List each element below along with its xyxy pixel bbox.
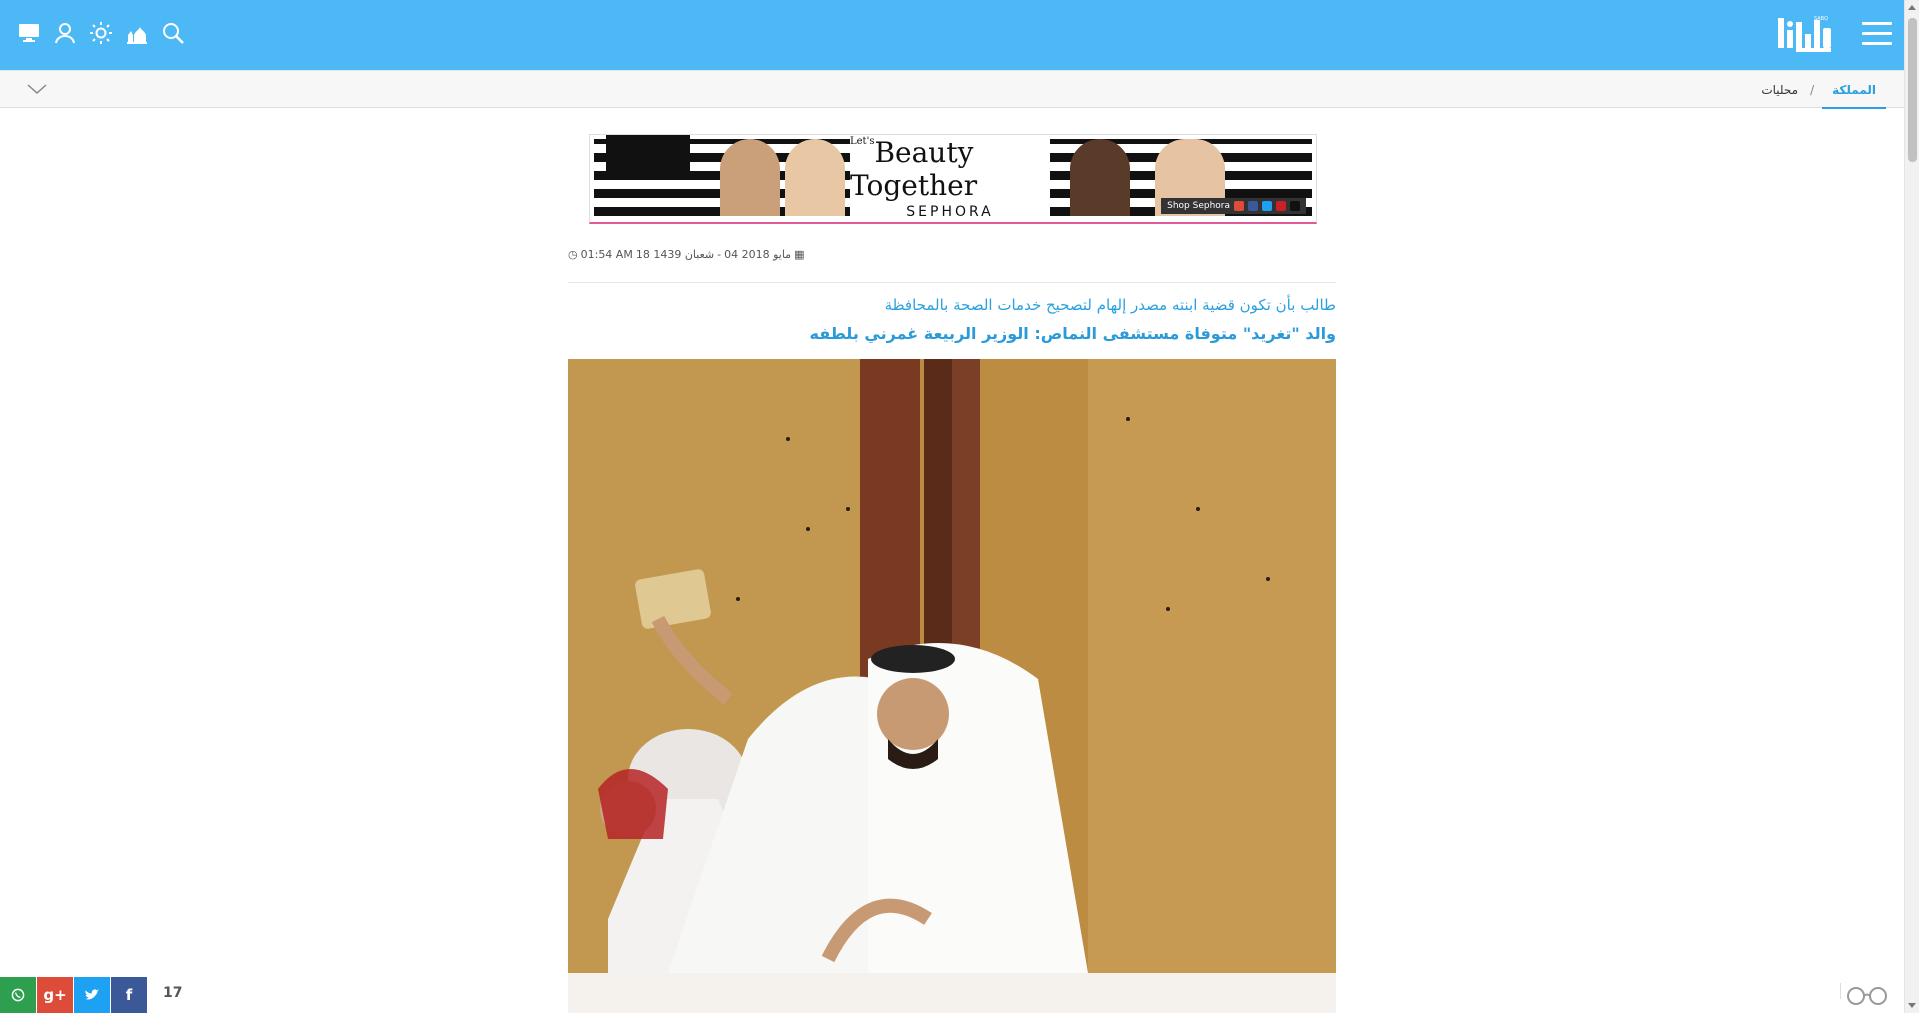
prayer-icon[interactable] <box>124 20 150 46</box>
breadcrumb-local[interactable]: محليات <box>1757 83 1802 97</box>
reading-mode-icon[interactable] <box>1845 984 1889 1006</box>
meta-divider <box>568 282 1336 283</box>
share-bar: g+ f <box>0 977 147 1013</box>
desktop-icon[interactable] <box>16 20 42 46</box>
chevron-down-icon[interactable] <box>26 81 48 97</box>
article-subtitle: طالب بأن تكون قضية ابنته مصدر إلهام لتصح… <box>884 296 1336 314</box>
breadcrumb-separator: / <box>1810 83 1815 97</box>
calendar-icon: ▦ <box>794 248 805 261</box>
share-count: 17 <box>163 985 183 1001</box>
svg-text:SABQ: SABQ <box>1814 16 1828 22</box>
scroll-down-icon[interactable] <box>1908 1003 1916 1008</box>
reader-divider <box>1840 983 1841 999</box>
article-date-hijri: 18 شعبان 1439 <box>635 248 715 261</box>
ad-model-3 <box>1070 139 1130 216</box>
google-plus-share-button[interactable]: g+ <box>37 977 73 1013</box>
scroll-thumb[interactable] <box>1908 18 1917 162</box>
ad-brand: SEPHORA <box>906 203 994 220</box>
advertisement-banner[interactable]: Let'sBeauty Together SEPHORA Shop Sephor… <box>589 134 1317 224</box>
sub-navigation: المملكة / محليات <box>0 70 1904 109</box>
user-icon[interactable] <box>52 20 78 46</box>
article-time: 01:54 AM <box>580 248 633 261</box>
ad-model-2 <box>785 139 845 216</box>
search-icon[interactable] <box>160 20 186 46</box>
whatsapp-share-button[interactable] <box>0 977 36 1013</box>
header-tools <box>16 20 186 46</box>
article-date-gregorian: 04 مايو 2018 <box>724 248 792 261</box>
ad-center: Let'sBeauty Together SEPHORA <box>850 135 1050 220</box>
breadcrumb-kingdom[interactable]: المملكة <box>1822 71 1886 109</box>
page-scrollbar[interactable] <box>1904 0 1919 1013</box>
scroll-up-icon[interactable] <box>1908 5 1916 10</box>
top-header: SABQ <box>0 0 1904 70</box>
ad-black-block <box>606 135 690 179</box>
clock-icon: ◷ <box>568 248 578 261</box>
ad-model-1 <box>720 139 780 216</box>
site-logo[interactable]: SABQ <box>1776 14 1836 54</box>
article-photo <box>568 359 1336 973</box>
menu-toggle-button[interactable] <box>1862 22 1892 46</box>
twitter-share-button[interactable] <box>74 977 110 1013</box>
article-date-separator: - <box>717 248 722 261</box>
brightness-icon[interactable] <box>88 20 114 46</box>
article-meta: ◷ 01:54 AM 18 شعبان 1439 - 04 مايو 2018 … <box>568 248 804 261</box>
facebook-share-button[interactable]: f <box>111 977 147 1013</box>
ad-shop-button[interactable]: Shop Sephora <box>1161 198 1306 214</box>
article-headline: والد "تغريد" متوفاة مستشفى النماص: الوزي… <box>809 324 1337 343</box>
ad-tagline: Let'sBeauty Together <box>850 135 978 202</box>
photo-caption-bar <box>568 973 1336 1013</box>
breadcrumb: المملكة / محليات <box>1757 71 1886 109</box>
